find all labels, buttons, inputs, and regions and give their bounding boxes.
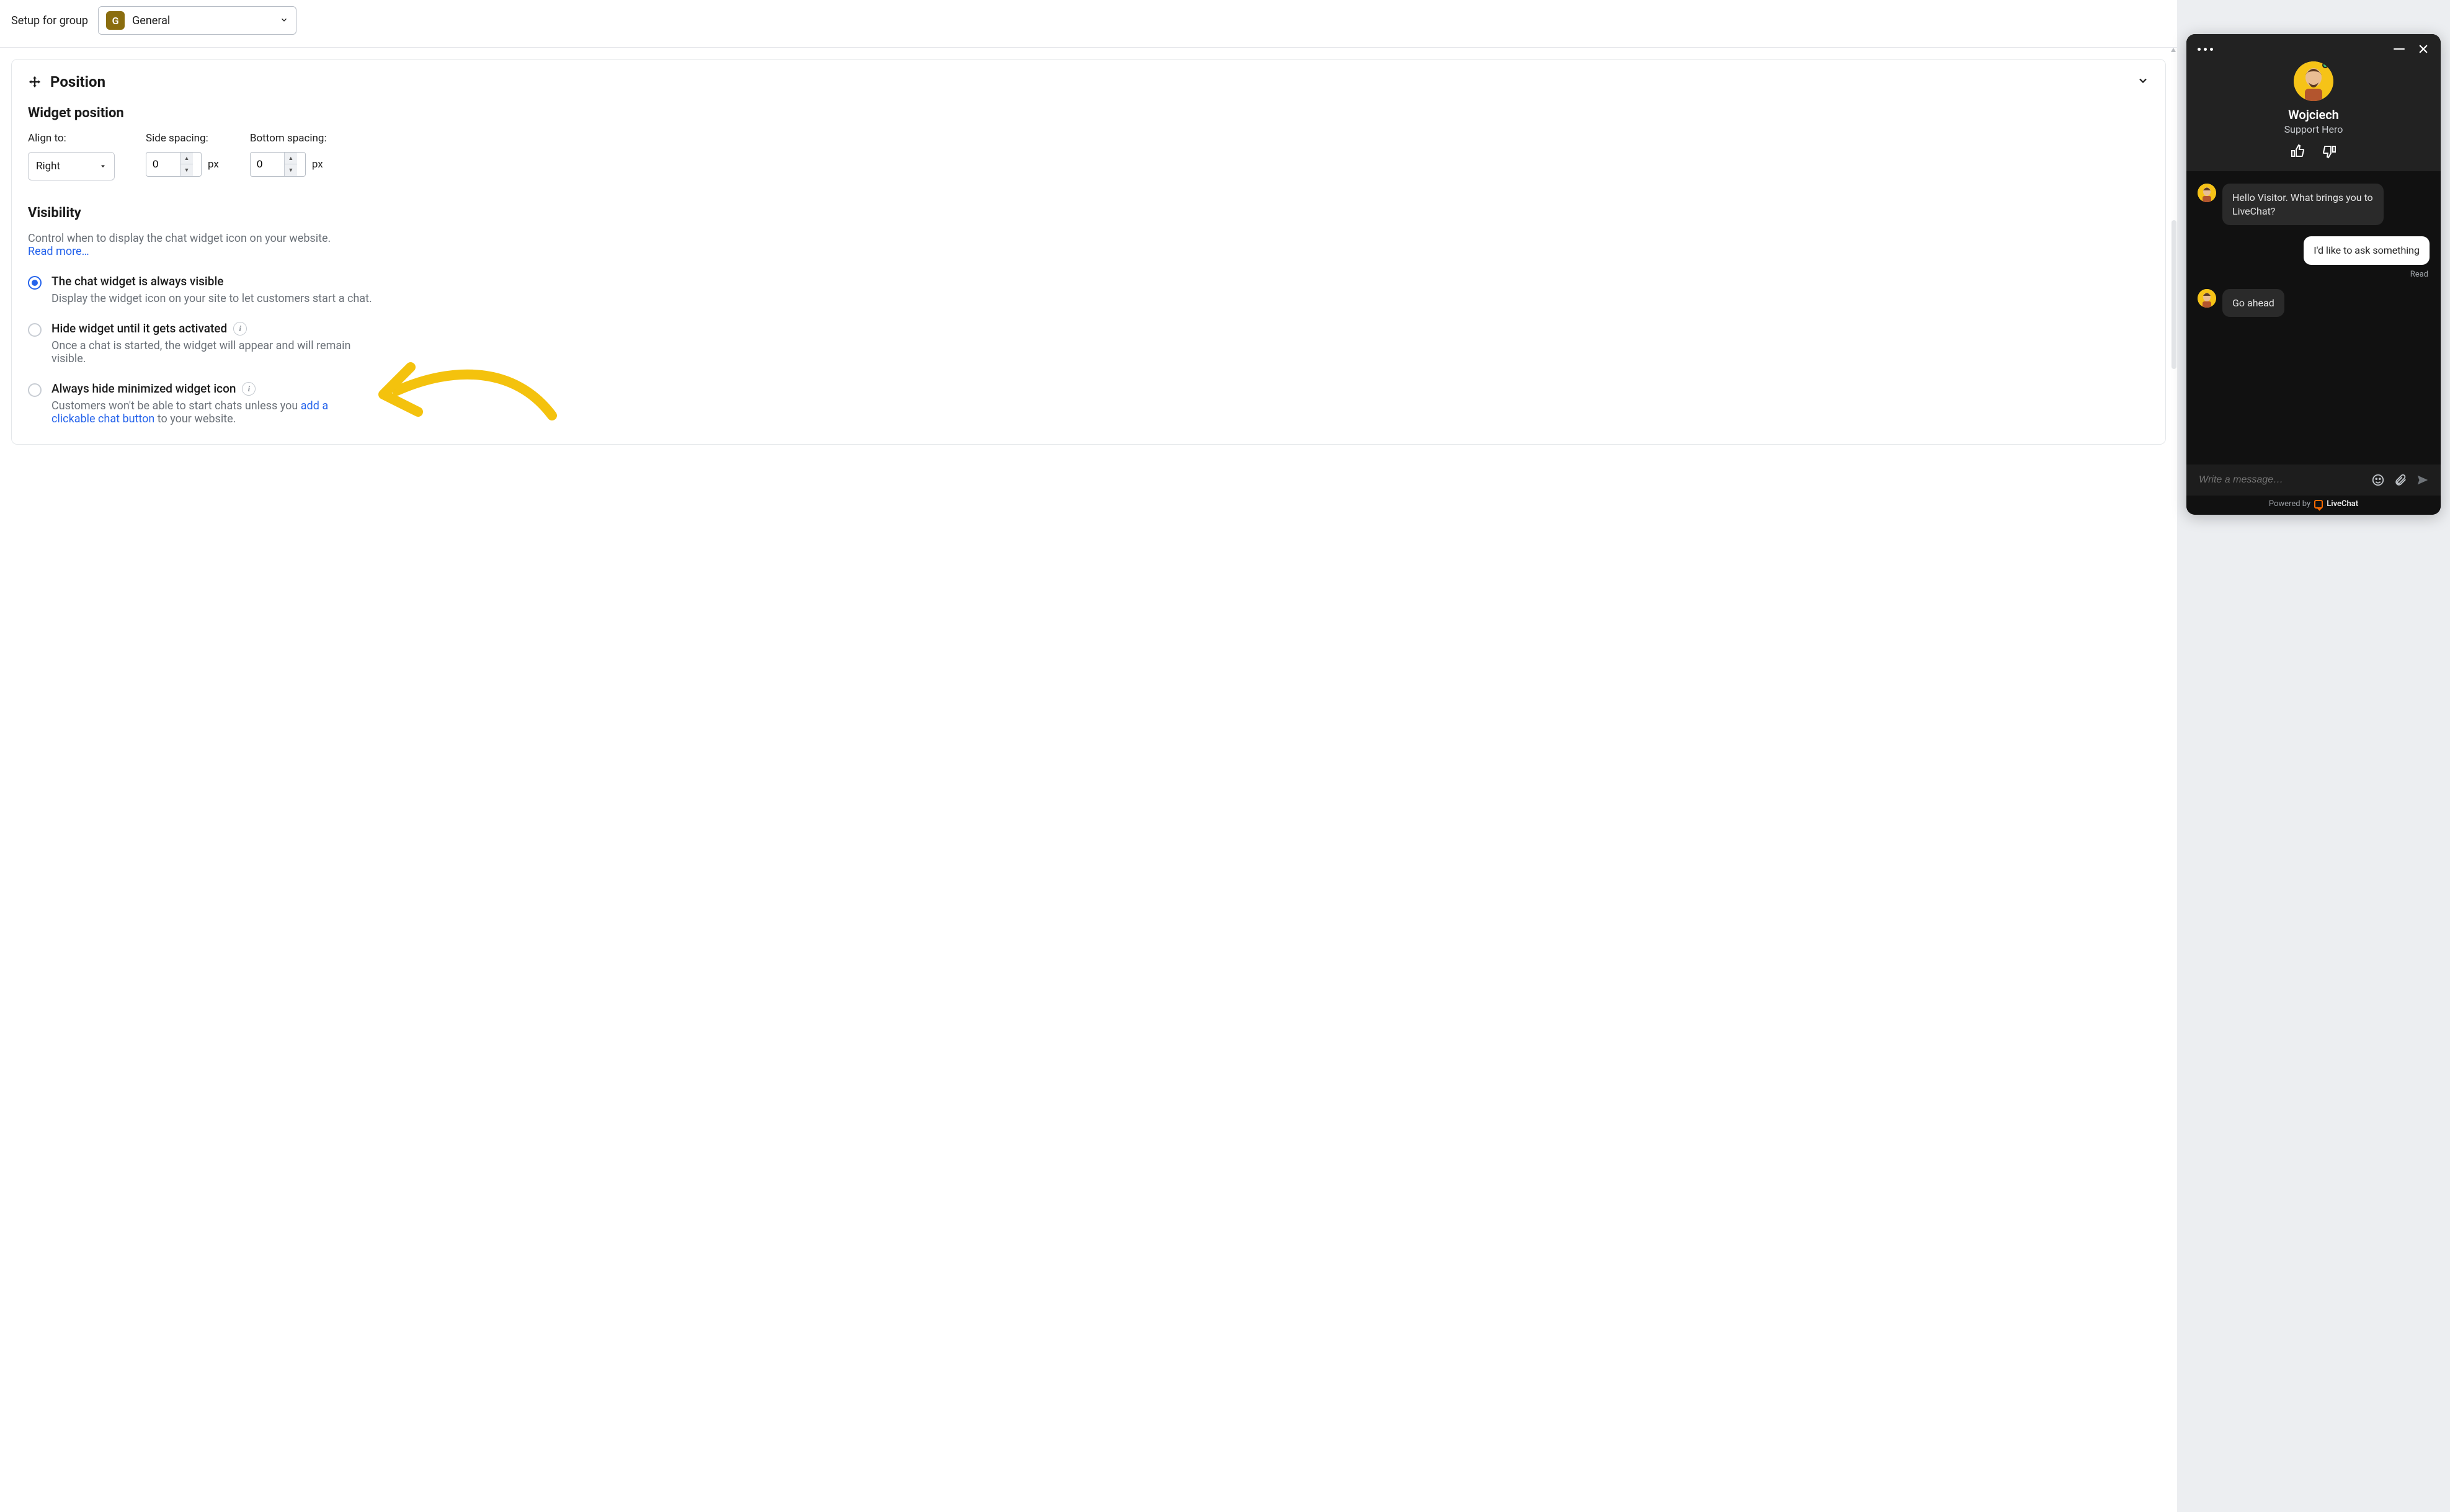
message-bubble: I'd like to ask something xyxy=(2304,236,2430,265)
chat-message-input[interactable] xyxy=(2198,474,2363,486)
agent-avatar xyxy=(2294,61,2333,101)
more-menu-icon[interactable] xyxy=(2198,48,2213,51)
visibility-heading: Visibility xyxy=(28,205,2149,221)
info-icon[interactable]: i xyxy=(233,322,247,336)
option-desc-post: to your website. xyxy=(154,412,236,425)
powered-by-text: Powered by xyxy=(2269,499,2310,509)
widget-position-heading: Widget position xyxy=(28,105,2149,121)
divider xyxy=(0,47,2177,48)
option-title-text: Hide widget until it gets activated xyxy=(51,321,227,336)
visibility-option-always-hide[interactable]: Always hide minimized widget icon i Cust… xyxy=(28,381,2149,425)
option-description: Once a chat is started, the widget will … xyxy=(51,339,374,365)
side-spacing-field[interactable]: ▲ ▼ xyxy=(146,152,202,177)
scroll-up-arrow-icon[interactable] xyxy=(2170,47,2177,54)
presence-indicator-icon xyxy=(2322,62,2328,68)
move-icon xyxy=(28,75,42,89)
align-select[interactable]: Right xyxy=(28,152,115,180)
bottom-spacing-field[interactable]: ▲ ▼ xyxy=(250,152,306,177)
option-description: Customers won't be able to start chats u… xyxy=(51,399,374,425)
side-spacing-input[interactable] xyxy=(146,158,180,171)
chat-widget-preview: Wojciech Support Hero xyxy=(2186,34,2441,515)
visibility-readmore-link[interactable]: Read more… xyxy=(28,245,89,258)
bottom-spacing-label: Bottom spacing: xyxy=(250,132,327,145)
align-value: Right xyxy=(36,160,60,172)
side-spacing-label: Side spacing: xyxy=(146,132,219,145)
agent-avatar-small xyxy=(2198,289,2216,308)
bottom-spacing-input[interactable] xyxy=(251,158,284,171)
step-down-icon[interactable]: ▼ xyxy=(180,164,193,176)
step-up-icon[interactable]: ▲ xyxy=(180,153,193,164)
thumbs-down-icon[interactable] xyxy=(2322,144,2337,159)
bottom-spacing-spinner[interactable]: ▲ ▼ xyxy=(284,153,297,176)
thumbs-up-icon[interactable] xyxy=(2290,144,2305,159)
setup-for-group-label: Setup for group xyxy=(11,14,88,27)
emoji-icon[interactable] xyxy=(2371,473,2385,487)
send-icon[interactable] xyxy=(2416,473,2430,487)
option-title: Hide widget until it gets activated i xyxy=(51,321,374,336)
visibility-option-hide-until-activated[interactable]: Hide widget until it gets activated i On… xyxy=(28,321,2149,365)
group-selector[interactable]: G General xyxy=(98,6,296,35)
option-title: The chat widget is always visible xyxy=(51,274,372,288)
unit-label: px xyxy=(312,158,323,171)
message-bubble: Go ahead xyxy=(2222,289,2284,318)
visibility-description: Control when to display the chat widget … xyxy=(28,232,2149,245)
option-title-text: Always hide minimized widget icon xyxy=(51,381,236,396)
position-panel: Position Widget position Align to: Right… xyxy=(11,59,2166,445)
radio-button[interactable] xyxy=(28,323,42,337)
scrollbar[interactable] xyxy=(2170,47,2177,419)
attachment-icon[interactable] xyxy=(2394,473,2407,487)
powered-by-brand: LiveChat xyxy=(2327,499,2358,509)
group-name: General xyxy=(132,14,272,27)
agent-message-row: Go ahead xyxy=(2198,289,2430,318)
option-title: Always hide minimized widget icon i xyxy=(51,381,374,396)
agent-message-row: Hello Visitor. What brings you to LiveCh… xyxy=(2198,184,2430,225)
unit-label: px xyxy=(208,158,219,171)
powered-by-label: Powered by LiveChat xyxy=(2186,496,2441,515)
group-badge: G xyxy=(106,11,125,30)
side-spacing-spinner[interactable]: ▲ ▼ xyxy=(180,153,193,176)
option-desc-pre: Customers won't be able to start chats u… xyxy=(51,399,301,412)
visitor-message-row: I'd like to ask something xyxy=(2198,236,2430,265)
step-down-icon[interactable]: ▼ xyxy=(285,164,297,176)
scrollbar-thumb[interactable] xyxy=(2172,220,2176,369)
agent-avatar-small xyxy=(2198,184,2216,202)
align-to-label: Align to: xyxy=(28,132,115,145)
option-description: Display the widget icon on your site to … xyxy=(51,292,372,305)
chevron-down-icon xyxy=(280,15,288,27)
radio-button[interactable] xyxy=(28,276,42,290)
minimize-icon[interactable] xyxy=(2394,48,2405,50)
info-icon[interactable]: i xyxy=(242,382,256,396)
collapse-chevron-icon[interactable] xyxy=(2137,74,2149,89)
visibility-option-always-visible[interactable]: The chat widget is always visible Displa… xyxy=(28,274,2149,305)
panel-title: Position xyxy=(50,73,105,91)
radio-button[interactable] xyxy=(28,383,42,397)
agent-name: Wojciech xyxy=(2288,107,2339,122)
option-title-text: The chat widget is always visible xyxy=(51,274,223,288)
step-up-icon[interactable]: ▲ xyxy=(285,153,297,164)
read-receipt: Read xyxy=(2198,270,2428,279)
livechat-logo-icon xyxy=(2314,500,2323,509)
close-icon[interactable] xyxy=(2417,43,2430,55)
message-bubble: Hello Visitor. What brings you to LiveCh… xyxy=(2222,184,2384,225)
agent-role: Support Hero xyxy=(2284,123,2343,135)
